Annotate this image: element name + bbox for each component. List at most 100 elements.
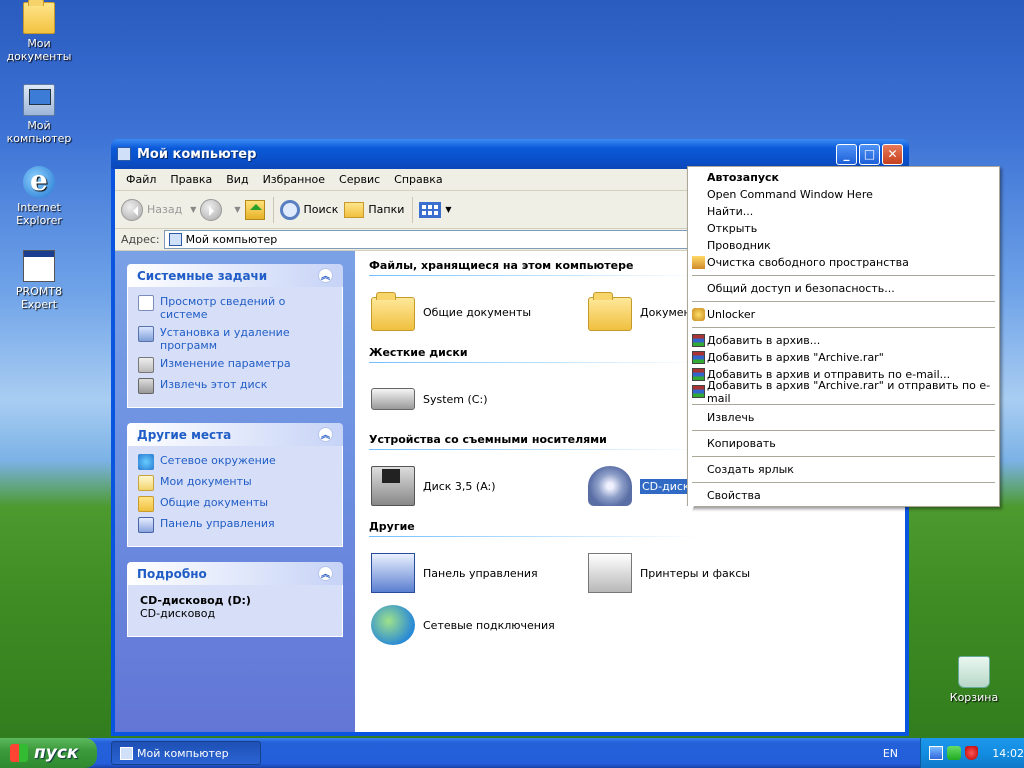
menu-item-sharing[interactable]: Общий доступ и безопасность... <box>690 280 997 297</box>
menu-help[interactable]: Справка <box>387 170 449 189</box>
desktop-icon-my-computer[interactable]: Мой компьютер <box>1 84 77 145</box>
desktop-icon-recycle-bin[interactable]: Корзина <box>936 656 1012 704</box>
task-label: Установка и удаление программ <box>160 326 290 352</box>
close-button[interactable]: ✕ <box>882 143 903 165</box>
other-places-panel: Другие места ︽ Сетевое окружение Мои док… <box>127 423 343 547</box>
group-header-removable: Устройства со съемными носителями <box>369 433 699 450</box>
menu-item-eject[interactable]: Извлечь <box>690 409 997 426</box>
forward-dropdown-icon[interactable]: ▼ <box>234 205 240 214</box>
menu-view[interactable]: Вид <box>219 170 255 189</box>
minimize-button[interactable]: _ <box>836 143 857 165</box>
menu-item-find[interactable]: Найти... <box>690 203 997 220</box>
folders-label: Папки <box>368 203 405 216</box>
details-header[interactable]: Подробно ︽ <box>127 562 343 585</box>
winrar-icon <box>692 385 705 398</box>
maximize-button[interactable]: □ <box>859 143 880 165</box>
menu-item-add-archive-named[interactable]: Добавить в архив "Archive.rar" <box>690 349 997 366</box>
menu-item-open-cmd[interactable]: Open Command Window Here <box>690 186 997 203</box>
up-button[interactable] <box>244 199 265 220</box>
menu-item-wipe-free-space[interactable]: Очистка свободного пространства <box>690 254 997 271</box>
views-icon <box>419 201 442 218</box>
task-add-remove-programs[interactable]: Установка и удаление программ <box>138 326 332 352</box>
place-network[interactable]: Сетевое окружение <box>138 454 332 470</box>
address-value: Мой компьютер <box>185 233 278 246</box>
task-eject-disk[interactable]: Извлечь этот диск <box>138 378 332 394</box>
hard-drive-icon <box>371 388 415 410</box>
language-indicator[interactable]: EN <box>883 747 898 760</box>
menu-tools[interactable]: Сервис <box>332 170 387 189</box>
item-control-panel[interactable]: Панель управления <box>371 547 588 599</box>
item-floppy-a[interactable]: Диск 3,5 (A:) <box>371 460 588 512</box>
network-icon <box>138 454 154 470</box>
clock[interactable]: 14:02 <box>992 747 1024 760</box>
context-menu: Автозапуск Open Command Window Here Найт… <box>687 166 1000 507</box>
winrar-icon <box>692 334 705 347</box>
taskbar-button-my-computer[interactable]: Мой компьютер <box>111 741 261 765</box>
folder-icon <box>371 292 415 331</box>
menu-file[interactable]: Файл <box>119 170 163 189</box>
menu-item-add-archive[interactable]: Добавить в архив... <box>690 332 997 349</box>
item-printers[interactable]: Принтеры и факсы <box>588 547 805 599</box>
menu-edit[interactable]: Правка <box>163 170 219 189</box>
desktop-icon-promt[interactable]: PROMT8 Expert <box>1 250 77 311</box>
other-places-header[interactable]: Другие места ︽ <box>127 423 343 446</box>
safely-remove-hardware-icon[interactable] <box>946 746 961 760</box>
item-shared-documents[interactable]: Общие документы <box>371 286 588 338</box>
taskbar: пуск Мой компьютер EN 14:02 <box>0 738 1024 768</box>
item-network-connections[interactable]: Сетевые подключения <box>371 599 588 651</box>
views-button[interactable]: ▼ <box>419 201 455 218</box>
place-my-documents[interactable]: Мои документы <box>138 475 332 491</box>
collapse-chevron-icon[interactable]: ︽ <box>318 427 333 442</box>
back-dropdown-icon[interactable]: ▼ <box>190 205 196 214</box>
menu-separator <box>692 482 995 483</box>
security-shield-icon[interactable] <box>964 746 979 760</box>
collapse-chevron-icon[interactable]: ︽ <box>318 566 333 581</box>
collapse-chevron-icon[interactable]: ︽ <box>318 268 333 283</box>
desktop-icon-label: Мои документы <box>6 37 72 63</box>
folders-button[interactable]: Папки <box>344 201 405 218</box>
item-drive-c[interactable]: System (C:) <box>371 373 588 425</box>
menu-item-add-archive-named-email[interactable]: Добавить в архив "Archive.rar" и отправи… <box>690 379 997 405</box>
task-change-setting[interactable]: Изменение параметра <box>138 357 332 373</box>
title-bar[interactable]: Мой компьютер _ □ ✕ <box>111 139 909 169</box>
place-label: Панель управления <box>160 517 275 530</box>
back-button[interactable]: Назад <box>121 198 182 221</box>
printer-icon <box>588 553 632 593</box>
forward-arrow-icon <box>200 198 223 221</box>
task-view-system-info[interactable]: Просмотр сведений о системе <box>138 295 332 321</box>
window-title: Мой компьютер <box>137 146 257 162</box>
place-shared-documents[interactable]: Общие документы <box>138 496 332 512</box>
menu-separator <box>692 456 995 457</box>
recycle-bin-icon <box>958 656 990 688</box>
system-tasks-header[interactable]: Системные задачи ︽ <box>127 264 343 287</box>
folders-icon <box>344 201 365 218</box>
menu-item-open[interactable]: Открыть <box>690 220 997 237</box>
task-label: Извлечь этот диск <box>160 378 268 391</box>
forward-button[interactable] <box>200 198 226 221</box>
details-name: CD-дисковод (D:) <box>140 594 251 607</box>
desktop-icon-label: PROMT8 Expert <box>15 285 63 311</box>
system-tasks-panel: Системные задачи ︽ Просмотр сведений о с… <box>127 264 343 408</box>
menu-item-unlocker[interactable]: Unlocker <box>690 306 997 323</box>
add-remove-programs-icon <box>138 326 154 342</box>
search-button[interactable]: Поиск <box>279 199 338 220</box>
menu-item-autorun[interactable]: Автозапуск <box>690 169 997 186</box>
desktop-icon-my-documents[interactable]: Мои документы <box>1 0 77 63</box>
item-label: System (C:) <box>423 392 488 406</box>
menu-item-properties[interactable]: Свойства <box>690 487 997 504</box>
desktop-icon-internet-explorer[interactable]: Internet Explorer <box>1 164 77 227</box>
settings-icon <box>138 357 154 373</box>
network-tray-icon[interactable] <box>929 746 943 760</box>
menu-item-copy[interactable]: Копировать <box>690 435 997 452</box>
menu-item-explorer[interactable]: Проводник <box>690 237 997 254</box>
place-control-panel[interactable]: Панель управления <box>138 517 332 533</box>
menu-favorites[interactable]: Избранное <box>256 170 332 189</box>
task-pane: Системные задачи ︽ Просмотр сведений о с… <box>115 251 355 732</box>
menu-separator <box>692 301 995 302</box>
start-button[interactable]: пуск <box>0 738 97 768</box>
menu-item-create-shortcut[interactable]: Создать ярлык <box>690 461 997 478</box>
computer-icon <box>117 147 131 161</box>
control-panel-icon <box>138 517 154 533</box>
place-label: Мои документы <box>160 475 252 488</box>
control-panel-icon <box>371 553 415 593</box>
